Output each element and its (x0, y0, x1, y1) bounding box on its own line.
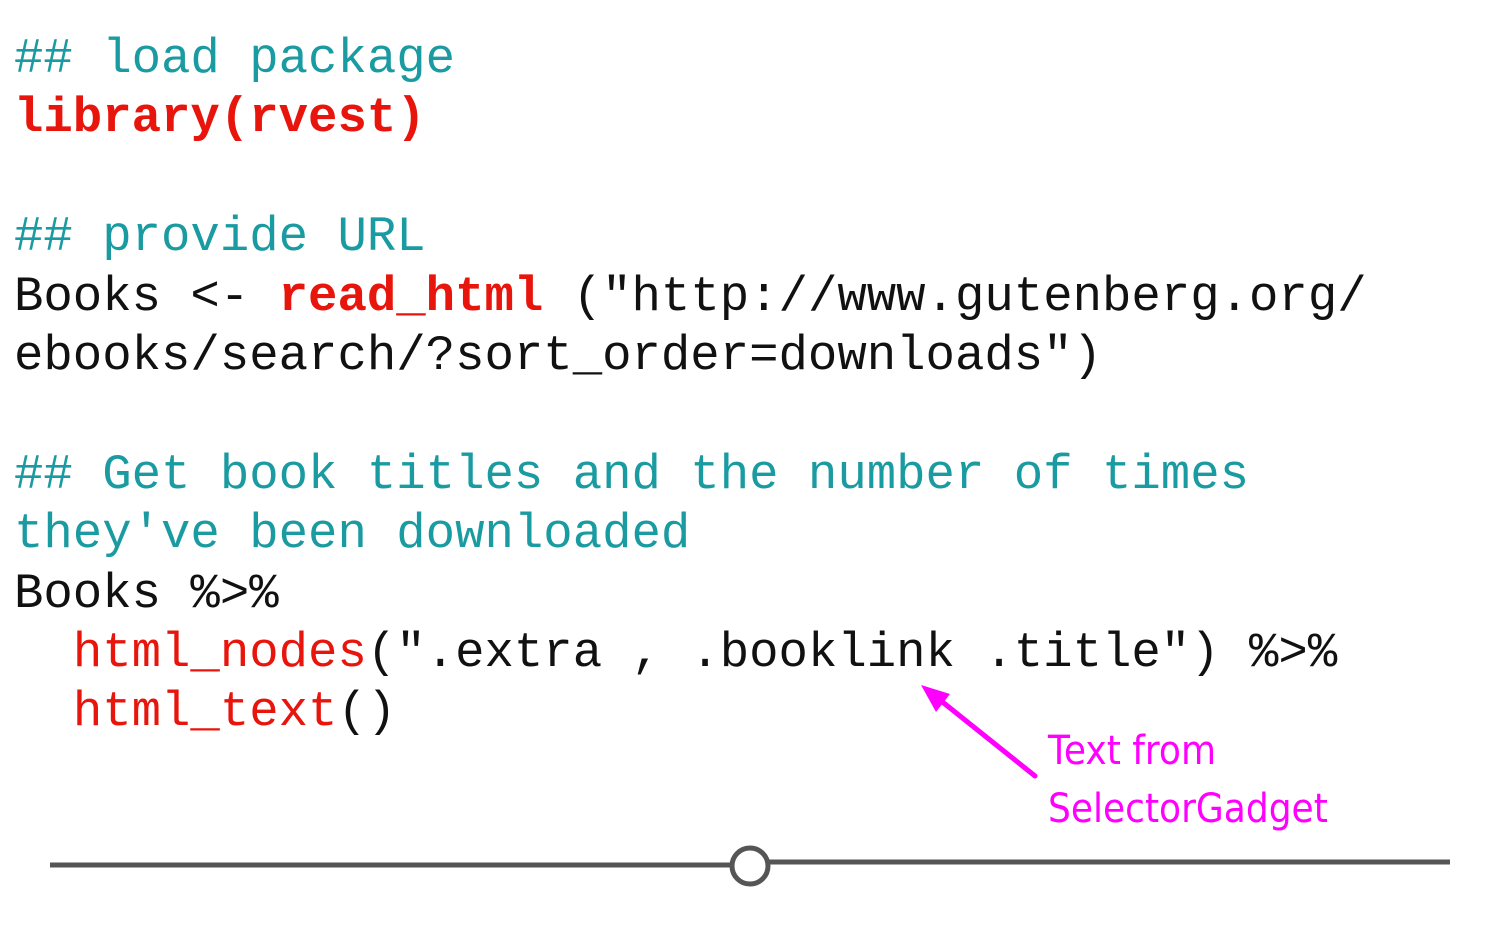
code-read-html-arg: ("http://www.gutenberg.org/ (543, 268, 1367, 325)
code-books-pipe: Books %>% (14, 565, 279, 622)
code-comment-titles: ## Get book titles and the number of tim… (14, 446, 1250, 503)
code-comment-titles-continued: they've been downloaded (14, 506, 691, 563)
code-html-nodes-fn: html_nodes (72, 624, 367, 681)
code-read-html-arg-continued: ebooks/search/?sort_order=downloads") (14, 327, 1102, 384)
code-comment-url: ## provide URL (14, 209, 426, 266)
divider-circle-icon (729, 845, 771, 887)
code-comment-load: ## load package (14, 31, 456, 87)
code-books-assign: Books <- (14, 268, 279, 325)
code-html-text-fn: html_text (72, 684, 338, 741)
code-html-nodes-line: html_nodes(".extra , .booklink .title") … (14, 624, 1367, 683)
code-library-call: library(rvest) (14, 90, 426, 147)
slide-divider (50, 845, 1450, 887)
code-read-html-line: Books <- read_html ("http://www.gutenber… (14, 268, 1367, 327)
code-html-text-args: () (337, 684, 397, 741)
code-html-nodes-args: (".extra , .booklink .title") %>% (366, 624, 1338, 681)
annotation-line-1: Text from (1048, 728, 1217, 774)
code-block: ## load package library(rvest) ## provide… (14, 30, 1367, 743)
annotation-line-2: SelectorGadget (1048, 786, 1328, 832)
selectorgadget-annotation: Text from SelectorGadget (1048, 722, 1328, 838)
code-read-html-fn: read_html (278, 268, 544, 325)
